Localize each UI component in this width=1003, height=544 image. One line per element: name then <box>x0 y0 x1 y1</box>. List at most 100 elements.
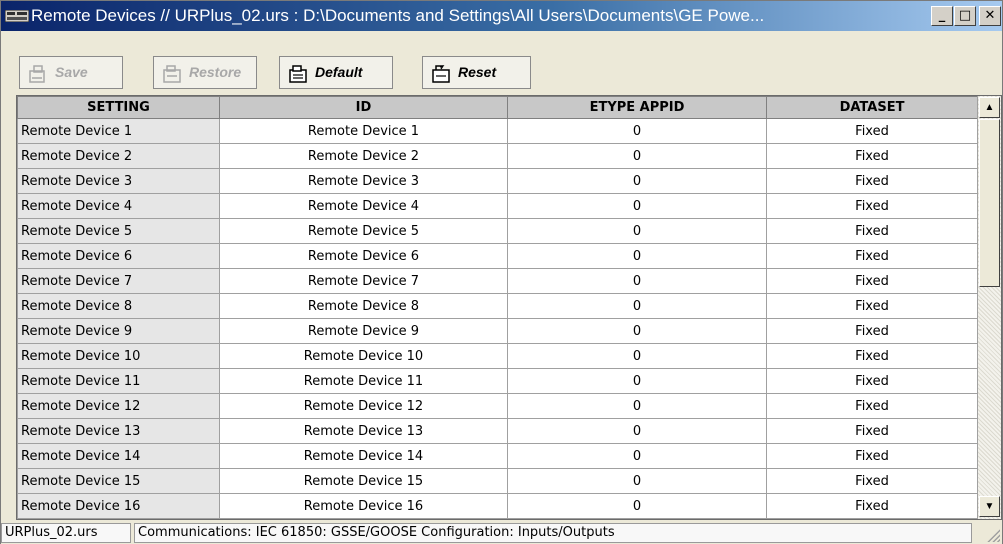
setting-cell: Remote Device 4 <box>17 193 220 219</box>
etype-appid-cell[interactable]: 0 <box>507 418 767 444</box>
id-cell[interactable]: Remote Device 2 <box>219 143 508 169</box>
close-button[interactable]: ✕ <box>979 6 1001 26</box>
id-cell[interactable]: Remote Device 3 <box>219 168 508 194</box>
scroll-thumb[interactable] <box>979 119 1000 287</box>
table-row: Remote Device 2 Remote Device 2 0 Fixed <box>17 143 978 169</box>
maximize-button[interactable]: □ <box>954 6 976 26</box>
table-row: Remote Device 14 Remote Device 14 0 Fixe… <box>17 443 978 469</box>
id-cell[interactable]: Remote Device 10 <box>219 343 508 369</box>
table-row: Remote Device 10 Remote Device 10 0 Fixe… <box>17 343 978 369</box>
id-cell[interactable]: Remote Device 8 <box>219 293 508 319</box>
dataset-cell[interactable]: Fixed <box>766 393 978 419</box>
etype-appid-cell[interactable]: 0 <box>507 143 767 169</box>
table-row: Remote Device 7 Remote Device 7 0 Fixed <box>17 268 978 294</box>
id-cell[interactable]: Remote Device 11 <box>219 368 508 394</box>
settings-grid: SETTING ID ETYPE APPID DATASET Remote De… <box>16 95 1002 520</box>
setting-cell: Remote Device 11 <box>17 368 220 394</box>
setting-cell: Remote Device 8 <box>17 293 220 319</box>
setting-cell: Remote Device 13 <box>17 418 220 444</box>
reset-button[interactable]: Reset <box>422 56 531 89</box>
window-title: Remote Devices // URPlus_02.urs : D:\Doc… <box>31 6 765 25</box>
minimize-button[interactable]: _ <box>931 6 953 26</box>
etype-appid-cell[interactable]: 0 <box>507 343 767 369</box>
scroll-down-button[interactable]: ▼ <box>979 496 1000 517</box>
setting-cell: Remote Device 2 <box>17 143 220 169</box>
status-file-name: URPlus_02.urs <box>1 523 131 543</box>
id-cell[interactable]: Remote Device 4 <box>219 193 508 219</box>
id-cell[interactable]: Remote Device 6 <box>219 243 508 269</box>
table-row: Remote Device 1 Remote Device 1 0 Fixed <box>17 118 978 144</box>
dataset-cell[interactable]: Fixed <box>766 193 978 219</box>
dataset-cell[interactable]: Fixed <box>766 268 978 294</box>
resize-grip-icon[interactable] <box>986 528 1000 542</box>
column-header-id[interactable]: ID <box>219 96 508 119</box>
dataset-cell[interactable]: Fixed <box>766 118 978 144</box>
etype-appid-cell[interactable]: 0 <box>507 168 767 194</box>
dataset-cell[interactable]: Fixed <box>766 418 978 444</box>
dataset-cell[interactable]: Fixed <box>766 318 978 344</box>
etype-appid-cell[interactable]: 0 <box>507 468 767 494</box>
dataset-cell[interactable]: Fixed <box>766 168 978 194</box>
etype-appid-cell[interactable]: 0 <box>507 268 767 294</box>
save-button[interactable]: Save <box>19 56 123 89</box>
setting-cell: Remote Device 6 <box>17 243 220 269</box>
id-cell[interactable]: Remote Device 5 <box>219 218 508 244</box>
default-button[interactable]: Default <box>279 56 393 89</box>
etype-appid-cell[interactable]: 0 <box>507 193 767 219</box>
default-icon <box>288 63 308 83</box>
etype-appid-cell[interactable]: 0 <box>507 243 767 269</box>
restore-button[interactable]: Restore <box>153 56 257 89</box>
dataset-cell[interactable]: Fixed <box>766 293 978 319</box>
setting-cell: Remote Device 1 <box>17 118 220 144</box>
dataset-cell[interactable]: Fixed <box>766 143 978 169</box>
id-cell[interactable]: Remote Device 1 <box>219 118 508 144</box>
id-cell[interactable]: Remote Device 13 <box>219 418 508 444</box>
etype-appid-cell[interactable]: 0 <box>507 218 767 244</box>
table-row: Remote Device 9 Remote Device 9 0 Fixed <box>17 318 978 344</box>
etype-appid-cell[interactable]: 0 <box>507 443 767 469</box>
dataset-cell[interactable]: Fixed <box>766 368 978 394</box>
dataset-cell[interactable]: Fixed <box>766 468 978 494</box>
dataset-cell[interactable]: Fixed <box>766 493 978 519</box>
column-header-etype-appid[interactable]: ETYPE APPID <box>507 96 767 119</box>
setting-cell: Remote Device 16 <box>17 493 220 519</box>
dataset-cell[interactable]: Fixed <box>766 218 978 244</box>
header-row: SETTING ID ETYPE APPID DATASET <box>17 96 978 119</box>
id-cell[interactable]: Remote Device 14 <box>219 443 508 469</box>
etype-appid-cell[interactable]: 0 <box>507 293 767 319</box>
setting-cell: Remote Device 9 <box>17 318 220 344</box>
setting-cell: Remote Device 14 <box>17 443 220 469</box>
etype-appid-cell[interactable]: 0 <box>507 368 767 394</box>
table-row: Remote Device 5 Remote Device 5 0 Fixed <box>17 218 978 244</box>
table-row: Remote Device 13 Remote Device 13 0 Fixe… <box>17 418 978 444</box>
column-header-dataset[interactable]: DATASET <box>766 96 978 119</box>
id-cell[interactable]: Remote Device 16 <box>219 493 508 519</box>
restore-icon <box>162 63 182 83</box>
id-cell[interactable]: Remote Device 12 <box>219 393 508 419</box>
setting-cell: Remote Device 3 <box>17 168 220 194</box>
id-cell[interactable]: Remote Device 7 <box>219 268 508 294</box>
id-cell[interactable]: Remote Device 15 <box>219 468 508 494</box>
setting-cell: Remote Device 15 <box>17 468 220 494</box>
etype-appid-cell[interactable]: 0 <box>507 318 767 344</box>
scroll-up-button[interactable]: ▲ <box>979 97 1000 118</box>
column-header-setting[interactable]: SETTING <box>17 96 220 119</box>
status-bar: URPlus_02.urs Communications: IEC 61850:… <box>1 521 1002 544</box>
id-cell[interactable]: Remote Device 9 <box>219 318 508 344</box>
dataset-cell[interactable]: Fixed <box>766 343 978 369</box>
dataset-cell[interactable]: Fixed <box>766 243 978 269</box>
reset-label: Reset <box>458 64 497 80</box>
table-row: Remote Device 15 Remote Device 15 0 Fixe… <box>17 468 978 494</box>
remote-devices-window: Remote Devices // URPlus_02.urs : D:\Doc… <box>0 0 1003 544</box>
dataset-cell[interactable]: Fixed <box>766 443 978 469</box>
setting-cell: Remote Device 7 <box>17 268 220 294</box>
etype-appid-cell[interactable]: 0 <box>507 118 767 144</box>
table-row: Remote Device 3 Remote Device 3 0 Fixed <box>17 168 978 194</box>
vertical-scrollbar[interactable]: ▲ ▼ <box>977 96 1001 519</box>
etype-appid-cell[interactable]: 0 <box>507 393 767 419</box>
device-window-icon <box>4 9 30 23</box>
title-bar[interactable]: Remote Devices // URPlus_02.urs : D:\Doc… <box>1 1 1002 31</box>
etype-appid-cell[interactable]: 0 <box>507 493 767 519</box>
settings-table: SETTING ID ETYPE APPID DATASET Remote De… <box>17 96 978 519</box>
table-row: Remote Device 8 Remote Device 8 0 Fixed <box>17 293 978 319</box>
